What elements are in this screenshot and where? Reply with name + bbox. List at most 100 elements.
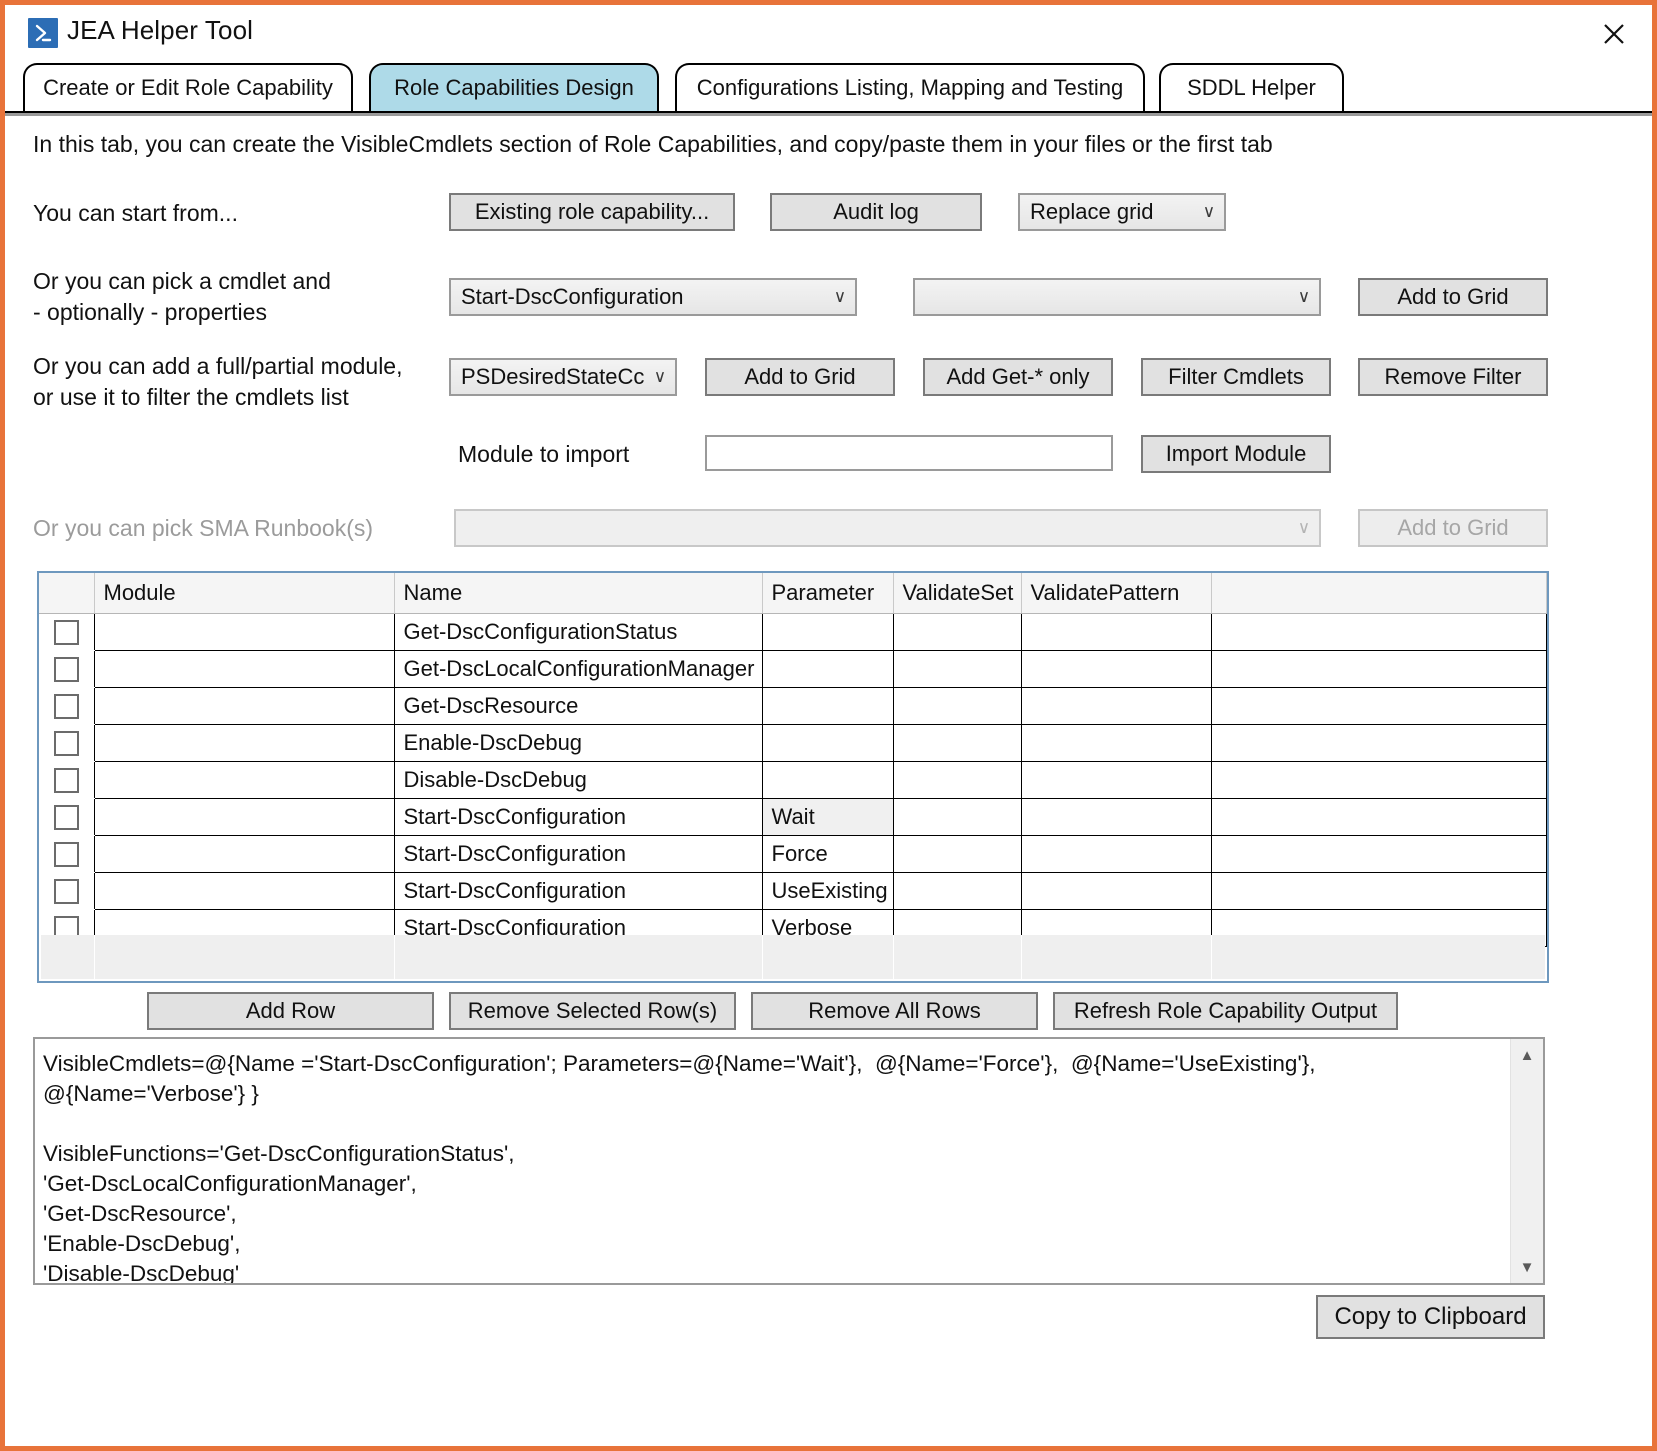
cell-module[interactable] [94, 650, 395, 688]
cell-module[interactable] [94, 724, 395, 762]
grid-header-select-all[interactable] [39, 573, 95, 614]
tab-create-or-edit-role-capability[interactable]: Create or Edit Role Capability [23, 63, 353, 111]
tab-role-capabilities-design[interactable]: Role Capabilities Design [369, 63, 659, 111]
remove-filter-button[interactable]: Remove Filter [1358, 358, 1548, 396]
row-checkbox[interactable] [53, 620, 79, 646]
role-capability-output[interactable]: VisibleCmdlets=@{Name ='Start-DscConfigu… [33, 1037, 1545, 1285]
grid-header-validateset[interactable]: ValidateSet [893, 573, 1022, 614]
cell-module[interactable] [94, 761, 395, 799]
cell-validateset[interactable] [893, 650, 1022, 688]
cell-module[interactable] [94, 687, 395, 725]
row-select-cell[interactable] [39, 687, 95, 725]
cell-name[interactable]: Get-DscLocalConfigurationManager [394, 650, 763, 688]
import-module-button[interactable]: Import Module [1141, 435, 1331, 473]
grid-header-module[interactable]: Module [94, 573, 395, 614]
cell-name[interactable]: Get-DscResource [394, 687, 763, 725]
cell-validatepattern[interactable] [1021, 613, 1212, 651]
table-row[interactable]: Disable-DscDebug [39, 761, 1547, 799]
cell-validatepattern[interactable] [1021, 835, 1212, 873]
chevron-down-icon[interactable]: ▼ [1511, 1251, 1543, 1283]
table-row[interactable]: Enable-DscDebug [39, 724, 1547, 762]
cell-parameter[interactable] [762, 613, 894, 651]
cell-name[interactable]: Start-DscConfiguration [394, 798, 763, 836]
cmdlet-add-to-grid-button[interactable]: Add to Grid [1358, 278, 1548, 316]
cell-module[interactable] [94, 798, 395, 836]
cell-validateset[interactable] [893, 872, 1022, 910]
cell-module[interactable] [94, 613, 395, 651]
cell-parameter[interactable] [762, 724, 894, 762]
row-select-cell[interactable] [39, 613, 95, 651]
row-select-cell[interactable] [39, 650, 95, 688]
title-bar: JEA Helper Tool [5, 5, 1652, 63]
cell-parameter[interactable]: Force [762, 835, 894, 873]
grid-header-validatepattern[interactable]: ValidatePattern [1021, 573, 1212, 614]
close-icon[interactable] [1594, 17, 1634, 51]
table-row[interactable]: Start-DscConfiguration Wait [39, 798, 1547, 836]
table-row[interactable]: Get-DscLocalConfigurationManager [39, 650, 1547, 688]
table-row[interactable]: Get-DscConfigurationStatus [39, 613, 1547, 651]
output-scrollbar[interactable]: ▲ ▼ [1510, 1039, 1543, 1283]
remove-selected-rows-button[interactable]: Remove Selected Row(s) [449, 992, 736, 1030]
module-combo[interactable]: PSDesiredStateCc ∨ [449, 358, 677, 396]
add-get-only-button[interactable]: Add Get-* only [923, 358, 1113, 396]
cell-validatepattern[interactable] [1021, 872, 1212, 910]
row-checkbox[interactable] [53, 879, 79, 905]
audit-log-button[interactable]: Audit log [770, 193, 982, 231]
row-checkbox[interactable] [53, 657, 79, 683]
cell-parameter[interactable]: UseExisting [762, 872, 894, 910]
chevron-up-icon[interactable]: ▲ [1511, 1039, 1543, 1071]
cell-name[interactable]: Enable-DscDebug [394, 724, 763, 762]
grid-header-parameter[interactable]: Parameter [762, 573, 894, 614]
cell-validateset[interactable] [893, 613, 1022, 651]
cell-name[interactable]: Start-DscConfiguration [394, 835, 763, 873]
row-select-cell[interactable] [39, 798, 95, 836]
cell-validateset[interactable] [893, 687, 1022, 725]
cell-module[interactable] [94, 835, 395, 873]
cell-name[interactable]: Start-DscConfiguration [394, 872, 763, 910]
add-row-button[interactable]: Add Row [147, 992, 434, 1030]
cell-validatepattern[interactable] [1021, 761, 1212, 799]
row-select-cell[interactable] [39, 835, 95, 873]
row-checkbox[interactable] [53, 731, 79, 757]
cell-validatepattern[interactable] [1021, 650, 1212, 688]
row-checkbox[interactable] [53, 768, 79, 794]
cell-validateset[interactable] [893, 724, 1022, 762]
grid-mode-combo[interactable]: Replace grid ∨ [1018, 193, 1226, 231]
table-row[interactable]: Start-DscConfiguration Force [39, 835, 1547, 873]
cell-validatepattern[interactable] [1021, 724, 1212, 762]
grid-header-name[interactable]: Name [394, 573, 763, 614]
role-capability-output-text[interactable]: VisibleCmdlets=@{Name ='Start-DscConfigu… [35, 1039, 1509, 1283]
cmdlet-grid[interactable]: Module Name Parameter ValidateSet Valida… [37, 571, 1549, 983]
row-checkbox[interactable] [53, 842, 79, 868]
cell-parameter[interactable] [762, 687, 894, 725]
row-select-cell[interactable] [39, 761, 95, 799]
table-row[interactable]: Start-DscConfiguration UseExisting [39, 872, 1547, 910]
cell-name[interactable]: Get-DscConfigurationStatus [394, 613, 763, 651]
copy-to-clipboard-button[interactable]: Copy to Clipboard [1316, 1295, 1545, 1339]
filter-cmdlets-button[interactable]: Filter Cmdlets [1141, 358, 1331, 396]
refresh-role-capability-output-button[interactable]: Refresh Role Capability Output [1053, 992, 1398, 1030]
row-checkbox[interactable] [53, 805, 79, 831]
row-select-cell[interactable] [39, 872, 95, 910]
module-add-to-grid-button[interactable]: Add to Grid [705, 358, 895, 396]
module-to-import-input[interactable] [705, 435, 1113, 471]
cmdlet-property-combo[interactable]: ∨ [913, 278, 1321, 316]
cell-parameter[interactable]: Wait [762, 798, 894, 836]
cell-module[interactable] [94, 872, 395, 910]
cell-name[interactable]: Disable-DscDebug [394, 761, 763, 799]
row-select-cell[interactable] [39, 724, 95, 762]
remove-all-rows-button[interactable]: Remove All Rows [751, 992, 1038, 1030]
cell-validateset[interactable] [893, 798, 1022, 836]
cell-parameter[interactable] [762, 650, 894, 688]
cell-validateset[interactable] [893, 761, 1022, 799]
cell-validatepattern[interactable] [1021, 798, 1212, 836]
row-checkbox[interactable] [53, 694, 79, 720]
tab-sddl-helper[interactable]: SDDL Helper [1159, 63, 1344, 111]
tab-configurations-listing-mapping-and-testing[interactable]: Configurations Listing, Mapping and Test… [675, 63, 1145, 111]
cell-validatepattern[interactable] [1021, 687, 1212, 725]
cmdlet-combo[interactable]: Start-DscConfiguration ∨ [449, 278, 857, 316]
cell-validateset[interactable] [893, 835, 1022, 873]
existing-role-capability-button[interactable]: Existing role capability... [449, 193, 735, 231]
table-row[interactable]: Get-DscResource [39, 687, 1547, 725]
cell-parameter[interactable] [762, 761, 894, 799]
